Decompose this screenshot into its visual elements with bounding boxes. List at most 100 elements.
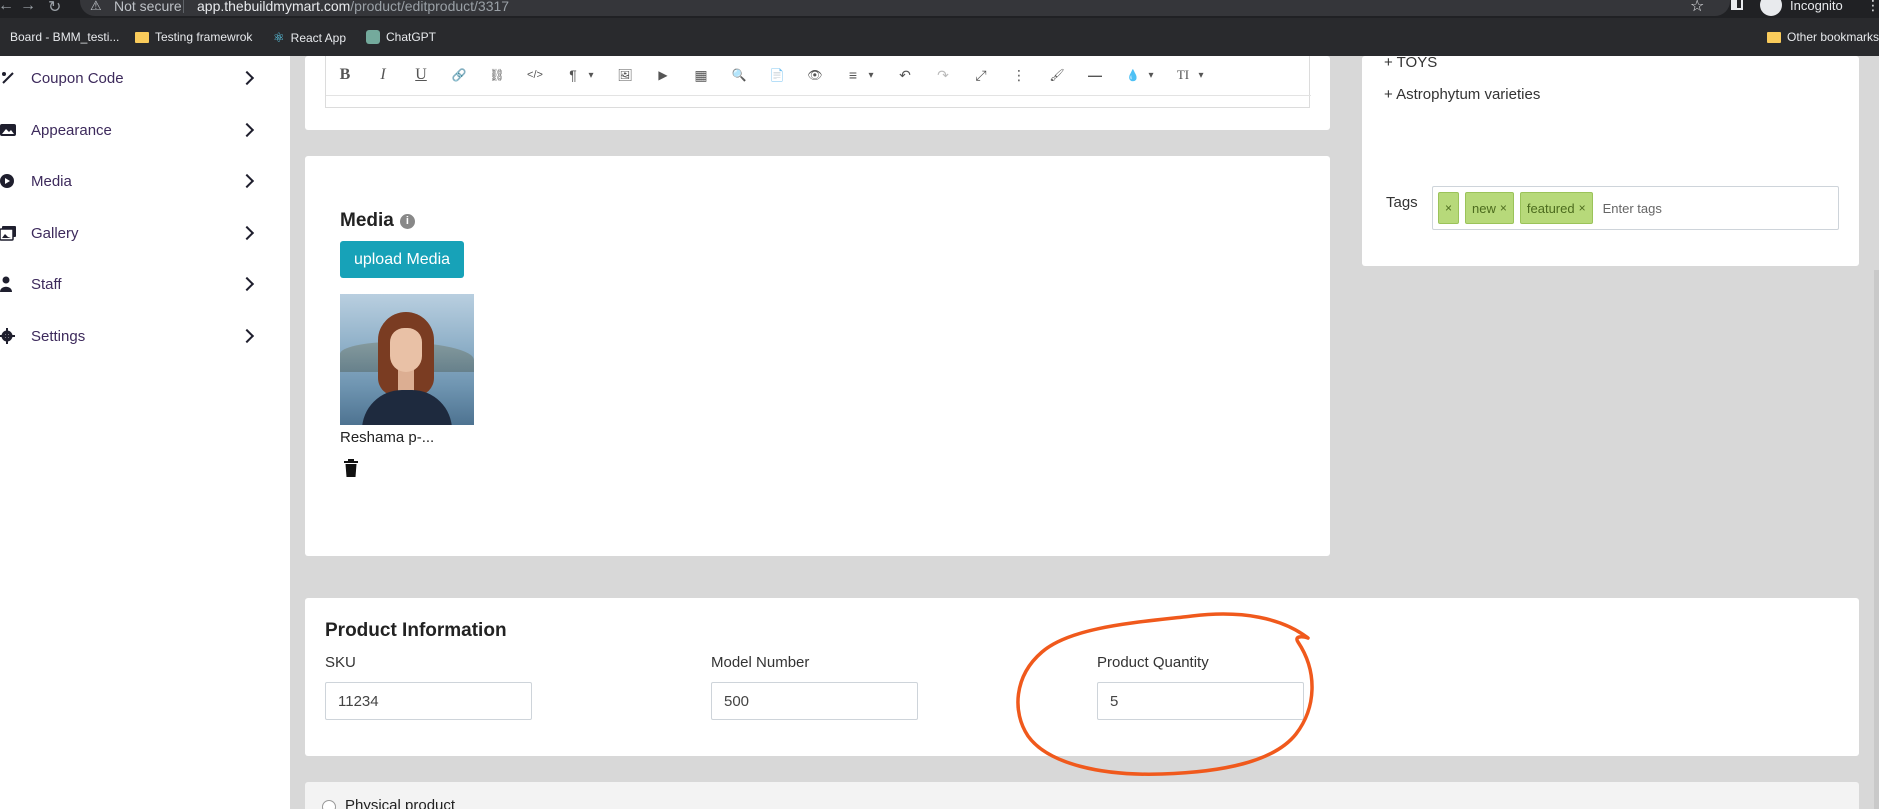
bold-button[interactable]: B — [334, 64, 356, 86]
redo-button[interactable]: ↷ — [932, 64, 954, 86]
remove-tag-icon[interactable]: × — [1445, 201, 1452, 215]
thumbnail-face — [390, 328, 422, 372]
sidebar-item-gallery[interactable]: Gallery — [0, 213, 290, 253]
user-icon — [0, 276, 12, 292]
bookmark-star-icon[interactable]: ☆ — [1690, 0, 1704, 16]
chevron-right-icon — [239, 70, 255, 86]
categories-tags-card: + TOYS + Astrophytum varieties Tags × ne… — [1362, 54, 1859, 266]
chevron-right-icon — [239, 328, 255, 344]
back-icon[interactable]: ← — [0, 0, 14, 15]
warning-icon[interactable]: ⚠ — [90, 0, 102, 14]
insert-file-button[interactable]: 📄 — [766, 64, 788, 86]
media-thumbnail[interactable] — [340, 294, 474, 425]
insert-video-button[interactable]: ▶ — [652, 64, 674, 86]
bookmark-board[interactable]: Board - BMM_testi... — [10, 30, 119, 44]
product-information-title: Product Information — [325, 620, 507, 641]
page-scrollbar[interactable] — [1874, 270, 1879, 809]
sku-label: SKU — [325, 654, 356, 671]
preview-button[interactable]: 👁 — [804, 64, 826, 86]
browser-menu-icon[interactable]: ⋮ — [1866, 0, 1879, 14]
bookmarks-bar: Board - BMM_testi... Testing framewrok ⚛… — [0, 18, 1879, 56]
model-number-label: Model Number — [711, 654, 810, 671]
sidebar-item-staff[interactable]: Staff — [0, 264, 290, 304]
chatgpt-icon — [366, 30, 380, 44]
media-file-name: Reshama p-... — [340, 429, 435, 446]
trash-icon[interactable] — [344, 459, 358, 477]
tags-input[interactable] — [1602, 200, 1753, 216]
tags-field[interactable]: × new × featured × — [1432, 186, 1839, 230]
model-number-input[interactable] — [711, 682, 918, 720]
other-bookmarks[interactable]: Other bookmarks — [1767, 30, 1879, 44]
insert-image-button[interactable]: 🖼 — [614, 64, 636, 86]
sidebar-item-label: Staff — [31, 275, 62, 293]
tag-text: featured — [1526, 200, 1575, 216]
physical-product-radio[interactable] — [322, 800, 336, 809]
sidebar-item-media[interactable]: Media — [0, 161, 290, 201]
url-text[interactable]: app.thebuildmymart.com/product/editprodu… — [197, 0, 509, 14]
bookmark-label: React App — [290, 31, 347, 45]
insert-table-button[interactable]: ▦ — [690, 64, 712, 86]
reload-icon[interactable]: ↻ — [48, 0, 61, 17]
thumbnail-body — [362, 390, 452, 425]
font-size-dropdown-chevron[interactable]: ▾ — [1190, 64, 1212, 86]
toolbar-divider — [326, 95, 1311, 96]
side-panel-icon[interactable] — [1731, 0, 1743, 10]
sidebar-item-label: Settings — [31, 327, 86, 345]
align-dropdown-chevron[interactable]: ▾ — [860, 64, 882, 86]
sidebar-item-settings[interactable]: Settings — [0, 316, 290, 356]
sidebar-item-appearance[interactable]: Appearance — [0, 110, 290, 150]
more-options-button[interactable]: ⋮ — [1008, 64, 1030, 86]
bookmark-react-app[interactable]: ⚛ React App — [273, 30, 346, 46]
category-item-astrophytum[interactable]: + Astrophytum varieties — [1384, 86, 1540, 103]
thumbnail-neck — [398, 370, 414, 392]
undo-button[interactable]: ↶ — [894, 64, 916, 86]
product-quantity-label: Product Quantity — [1097, 654, 1209, 671]
category-item-toys[interactable]: + TOYS — [1384, 54, 1437, 71]
bookmark-label: Testing framewrok — [155, 30, 253, 44]
rich-text-toolbar: B I U 🔗 ⛓ </> ¶ ▾ 🖼 ▶ ▦ 🔍 📄 👁 ≡ ▾ ↶ ↷ ⤢ … — [325, 56, 1311, 108]
folder-icon — [1767, 31, 1781, 43]
find-button[interactable]: 🔍 — [728, 64, 750, 86]
sidebar-item-label: Gallery — [31, 224, 79, 242]
tag-chip-featured: featured × — [1519, 192, 1593, 224]
chevron-right-icon — [239, 122, 255, 138]
percent-icon — [2, 72, 14, 84]
unlink-button[interactable]: ⛓ — [486, 64, 508, 86]
product-quantity-input[interactable] — [1097, 682, 1304, 720]
media-card: Media i upload Media Reshama p-... — [305, 156, 1330, 556]
profile-label[interactable]: Incognito — [1790, 0, 1843, 13]
product-type-card: Physical product — [305, 782, 1859, 809]
sidebar-item-coupon-code[interactable]: Coupon Code — [0, 58, 290, 98]
remove-tag-icon[interactable]: × — [1579, 201, 1586, 215]
fullscreen-button[interactable]: ⤢ — [970, 64, 992, 86]
upload-media-button[interactable]: upload Media — [340, 241, 464, 278]
sku-input[interactable] — [325, 682, 532, 720]
format-painter-button[interactable]: 🖌 — [1046, 64, 1068, 86]
bookmark-testing[interactable]: Testing framewrok — [135, 30, 252, 44]
url-host: app.thebuildmymart.com — [197, 0, 351, 14]
horizontal-rule-button[interactable]: — — [1084, 64, 1106, 86]
folder-icon — [135, 31, 149, 43]
link-button[interactable]: 🔗 — [448, 64, 470, 86]
gear-icon — [0, 328, 15, 344]
description-editor-card: B I U 🔗 ⛓ </> ¶ ▾ 🖼 ▶ ▦ 🔍 📄 👁 ≡ ▾ ↶ ↷ ⤢ … — [305, 56, 1330, 130]
security-status[interactable]: Not secure — [114, 0, 182, 14]
chevron-right-icon — [239, 225, 255, 241]
bookmark-chatgpt[interactable]: ChatGPT — [366, 30, 436, 44]
chevron-right-icon — [239, 173, 255, 189]
product-information-card: Product Information SKU Model Number Pro… — [305, 598, 1859, 756]
color-dropdown-chevron[interactable]: ▾ — [1140, 64, 1162, 86]
chevron-right-icon — [239, 276, 255, 292]
underline-button[interactable]: U — [410, 64, 432, 86]
incognito-icon[interactable] — [1760, 0, 1782, 16]
code-view-button[interactable]: </> — [524, 64, 546, 86]
sidebar-item-label: Media — [31, 172, 72, 190]
physical-product-label: Physical product — [345, 797, 456, 809]
info-icon[interactable]: i — [399, 213, 415, 229]
forward-icon[interactable]: → — [20, 0, 36, 15]
italic-button[interactable]: I — [372, 64, 394, 86]
image-icon — [0, 124, 16, 136]
tag-chip-empty: × — [1438, 192, 1460, 224]
paragraph-dropdown-chevron[interactable]: ▾ — [580, 64, 602, 86]
remove-tag-icon[interactable]: × — [1500, 201, 1507, 215]
